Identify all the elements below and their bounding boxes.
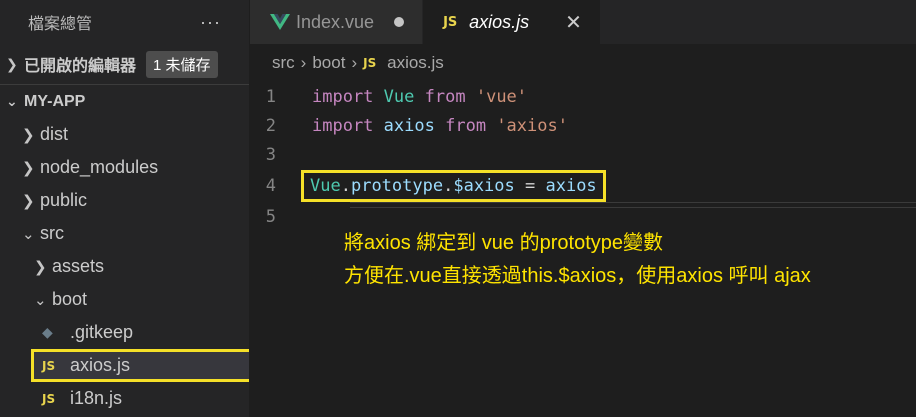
breadcrumb-boot[interactable]: boot <box>312 53 345 73</box>
chevron-right-icon: › <box>300 53 307 72</box>
js-file-icon: JS <box>443 14 458 30</box>
line-number: 5 <box>265 206 276 227</box>
explorer-sidebar: 檔案總管 ··· ❯ 已開啟的編輯器 1 未儲存 ⌄ MY-APP ❯ dist… <box>0 0 250 417</box>
tree-file-gitkeep[interactable]: ◆ .gitkeep <box>0 316 249 349</box>
tab-bar: Index.vue JS axios.js ✕ <box>250 0 916 44</box>
more-actions-icon[interactable]: ··· <box>200 12 221 33</box>
code-line: 4 Vue.prototype.$axios = axios <box>250 169 916 202</box>
chevron-down-icon: ⌄ <box>34 291 47 309</box>
tree-item-label: .gitkeep <box>70 322 134 342</box>
tab-label: Index.vue <box>296 11 375 32</box>
tree-folder-assets[interactable]: ❯ assets <box>0 250 249 283</box>
js-file-icon: JS <box>363 56 377 70</box>
highlight-box: Vue.prototype.$axios = axios <box>301 169 606 202</box>
chevron-right-icon: ❯ <box>22 192 35 210</box>
tree-folder-dist[interactable]: ❯ dist <box>0 118 249 151</box>
line-number: 1 <box>265 86 276 107</box>
js-file-icon: JS <box>42 358 56 373</box>
editor-area: Index.vue JS axios.js ✕ src › boot › JS … <box>250 0 916 417</box>
open-editors-label: 已開啟的編輯器 <box>24 58 137 75</box>
tree-item-label: boot <box>52 289 88 309</box>
line-number: 2 <box>265 115 276 136</box>
tree-folder-node-modules[interactable]: ❯ node_modules <box>0 151 249 184</box>
chevron-right-icon: ❯ <box>34 258 47 276</box>
chevron-right-icon: › <box>351 53 358 72</box>
chevron-down-icon: ⌄ <box>6 93 18 109</box>
identifier: Vue <box>383 86 415 107</box>
breadcrumb-file[interactable]: axios.js <box>387 53 444 73</box>
js-file-icon: JS <box>42 391 56 406</box>
line-number: 4 <box>265 175 276 196</box>
unsaved-dot-icon[interactable] <box>394 17 405 27</box>
chevron-right-icon: ❯ <box>6 55 18 72</box>
tree-item-label: node_modules <box>40 157 159 177</box>
explorer-header: 檔案總管 ··· <box>0 0 249 44</box>
code-line: 1 import Vue from 'vue' <box>250 82 916 111</box>
string: 'axios' <box>496 115 568 136</box>
tree-folder-public[interactable]: ❯ public <box>0 184 249 217</box>
chevron-right-icon: ❯ <box>22 159 35 177</box>
tab-axios-js[interactable]: JS axios.js ✕ <box>423 0 601 44</box>
close-icon[interactable]: ✕ <box>565 10 582 35</box>
chevron-down-icon: ⌄ <box>22 225 35 243</box>
line-number: 3 <box>265 144 276 165</box>
code-line: 3 <box>250 140 916 169</box>
tab-label: axios.js <box>469 11 530 32</box>
code-editor[interactable]: 1 import Vue from 'vue' 2 import axios f… <box>250 82 916 231</box>
chevron-right-icon: ❯ <box>22 126 35 144</box>
keyword: import <box>312 86 374 107</box>
keyword: from <box>445 115 487 136</box>
tree-folder-boot[interactable]: ⌄ boot <box>0 283 249 316</box>
tree-item-label: assets <box>52 256 105 276</box>
keyword: from <box>424 86 466 107</box>
open-editors-section[interactable]: ❯ 已開啟的編輯器 1 未儲存 <box>0 44 249 85</box>
tree-item-label: axios.js <box>70 355 131 375</box>
tree-item-label: public <box>40 190 88 210</box>
identifier: axios <box>383 115 435 136</box>
unsaved-badge: 1 未儲存 <box>146 50 218 78</box>
tree-file-axios-js[interactable]: JS axios.js <box>31 349 249 382</box>
annotation-text: 將axios 綁定到 vue 的prototype變數 <box>344 232 663 254</box>
annotation-text: 方便在.vue直接透過this.$axios，使用axios 呼叫 ajax <box>344 265 811 287</box>
explorer-title: 檔案總管 <box>28 16 93 33</box>
project-section[interactable]: ⌄ MY-APP <box>0 85 249 118</box>
project-name: MY-APP <box>24 92 86 110</box>
code-line: 2 import axios from 'axios' <box>250 111 916 140</box>
string: 'vue' <box>475 86 528 107</box>
git-icon: ◆ <box>42 324 53 340</box>
tree-folder-src[interactable]: ⌄ src <box>0 217 249 250</box>
tree-item-label: dist <box>40 124 69 144</box>
tree-file-i18n-js[interactable]: JS i18n.js <box>0 382 249 415</box>
tree-item-label: src <box>40 223 64 243</box>
vue-icon <box>270 14 290 30</box>
breadcrumb-src[interactable]: src <box>272 53 295 73</box>
breadcrumb: src › boot › JS axios.js <box>250 44 916 82</box>
current-line-indicator <box>350 202 916 208</box>
tab-index-vue[interactable]: Index.vue <box>250 0 424 44</box>
keyword: import <box>312 115 374 136</box>
tree-item-label: i18n.js <box>70 388 123 408</box>
